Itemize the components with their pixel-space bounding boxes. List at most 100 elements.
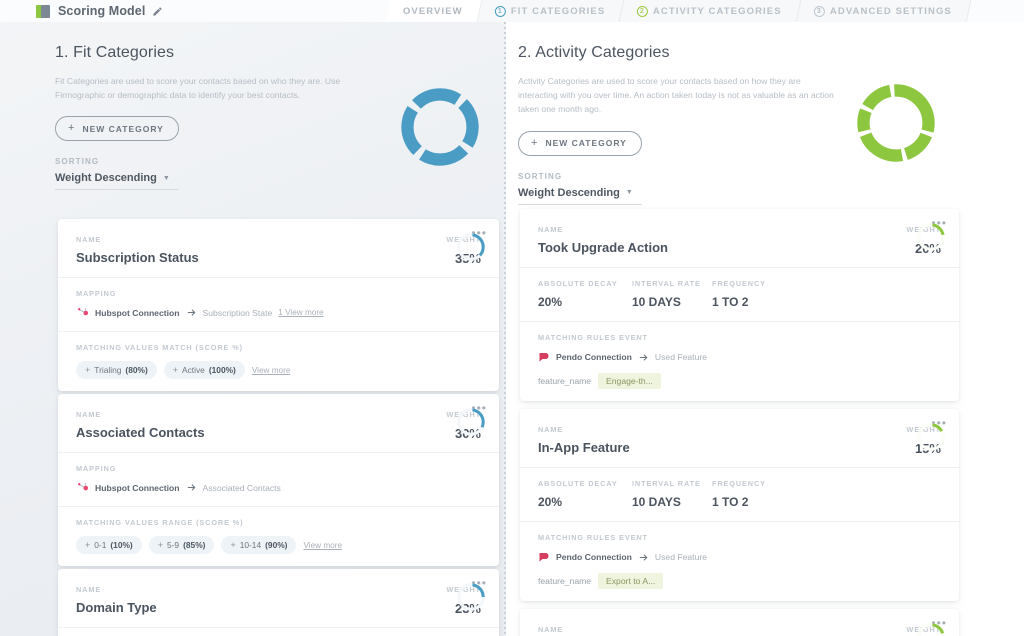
rule-value-tag: Engage-th...	[598, 373, 661, 389]
activity-card-took-upgrade-action[interactable]: ••• NAME Took Upgrade Action WEIGHT 20%	[520, 209, 959, 401]
value-chip[interactable]: + Active (100%)	[163, 361, 245, 379]
card-header: NAME Took Upgrade Action WEIGHT 20%	[520, 209, 959, 268]
activity-section-header: 2. Activity Categories Activity Categori…	[506, 22, 1024, 205]
card-name: Domain Type	[76, 600, 157, 615]
frequency-label: FREQUENCY	[712, 279, 766, 288]
fit-new-category-label: NEW CATEGORY	[82, 123, 164, 134]
chip-score: (80%)	[125, 365, 148, 375]
value-chip[interactable]: + Trialing (80%)	[76, 361, 157, 379]
weight-block: WEIGHT	[821, 623, 945, 636]
interval-rate-value: 10 DAYS	[632, 495, 681, 509]
chip-value: Trialing	[94, 365, 122, 375]
card-header: NAME Domain Type WEIGHT 23%	[58, 569, 499, 628]
chip-value: Active	[182, 365, 205, 375]
hubspot-icon	[78, 483, 89, 491]
weight-mini-donut	[457, 583, 485, 611]
plus-icon: +	[85, 365, 91, 375]
chip-value: 10-14	[239, 540, 262, 550]
chip-score: (85%)	[183, 540, 206, 550]
mapping-view-more-link[interactable]: 1 View more	[278, 308, 323, 317]
tab-fit-categories[interactable]: 1 FIT CATEGORIES	[477, 0, 625, 22]
card-mapping-section: MAPPING Hubspot Connection Subscription …	[58, 278, 499, 332]
absolute-decay-value: 20%	[538, 495, 563, 509]
card-mapping-section: MAPPING	[58, 628, 499, 636]
tab-overview[interactable]: OVERVIEW	[385, 0, 483, 22]
arrow-right-icon	[186, 307, 197, 318]
interval-rate-value: 10 DAYS	[632, 295, 681, 309]
fit-new-category-button[interactable]: + NEW CATEGORY	[55, 116, 179, 142]
tab-activity-label: ACTIVITY CATEGORIES	[653, 5, 783, 17]
rule-key-value-row: feature_name Export to A...	[538, 573, 941, 589]
card-values-section: MATCHING VALUES RANGE (SCORE %) + 0-1 (1…	[58, 507, 499, 566]
card-metrics-section: ABSOLUTE DECAY INTERVAL RATE FREQUENCY 2…	[520, 468, 959, 522]
plus-icon: +	[157, 540, 163, 550]
value-chip[interactable]: + 5-9 (85%)	[148, 536, 215, 554]
plus-icon: +	[68, 122, 76, 135]
activity-card-third[interactable]: ••• NAME WEIGHT	[520, 609, 959, 636]
card-header: NAME In-App Feature WEIGHT 15%	[520, 409, 959, 468]
mapping-label: MAPPING	[76, 289, 117, 298]
interval-rate-label: INTERVAL RATE	[632, 279, 701, 288]
card-values-section: MATCHING VALUES MATCH (SCORE %) + Triali…	[58, 332, 499, 391]
weight-block: WEIGHT 20%	[821, 223, 945, 256]
rule-key: feature_name	[538, 376, 592, 386]
plus-icon: +	[85, 540, 91, 550]
value-chip[interactable]: + 10-14 (90%)	[221, 536, 297, 554]
app-logo-icon	[36, 4, 51, 19]
tab-fit-badge: 1	[494, 5, 506, 17]
fit-card-associated-contacts[interactable]: ••• NAME Associated Contacts WEIGHT 30%	[58, 394, 499, 566]
weight-block: WEIGHT 30%	[361, 408, 485, 441]
value-chip[interactable]: + 0-1 (10%)	[76, 536, 142, 554]
matching-values-label: MATCHING VALUES RANGE (SCORE %)	[76, 518, 244, 527]
tab-activity-categories[interactable]: 2 ACTIVITY CATEGORIES	[619, 0, 802, 22]
metrics-header-row: ABSOLUTE DECAY INTERVAL RATE FREQUENCY	[538, 279, 941, 288]
weight-mini-donut	[917, 223, 945, 251]
mapping-target: Associated Contacts	[202, 482, 281, 493]
arrow-right-icon	[638, 552, 649, 563]
tab-advanced-badge: 3	[814, 5, 826, 17]
plus-icon: +	[531, 136, 539, 149]
fit-sorting-select[interactable]: Weight Descending ▼	[55, 172, 179, 191]
card-metrics-section: ABSOLUTE DECAY INTERVAL RATE FREQUENCY 2…	[520, 268, 959, 322]
pencil-icon[interactable]	[152, 6, 163, 17]
matching-rules-label: MATCHING RULES EVENT	[538, 533, 648, 542]
chip-score: (10%)	[110, 540, 133, 550]
activity-sorting-label: SORTING	[518, 171, 563, 181]
chips-view-more-link[interactable]: View more	[252, 366, 291, 375]
fit-sorting-value: Weight Descending	[55, 172, 157, 185]
mapping-row: Hubspot Connection Subscription State 1 …	[76, 306, 481, 319]
chip-value: 5-9	[166, 540, 180, 550]
card-name: Associated Contacts	[76, 425, 205, 440]
chip-value: 0-1	[94, 540, 107, 550]
tab-fit-label: FIT CATEGORIES	[510, 5, 606, 17]
rules-event: Used Feature	[654, 352, 707, 362]
chevron-down-icon: ▼	[625, 189, 633, 197]
weight-mini-donut	[917, 423, 945, 451]
fit-section-title: 1. Fit Categories	[55, 44, 175, 61]
activity-card-in-app-feature[interactable]: ••• NAME In-App Feature WEIGHT 15% ABSOL…	[520, 409, 959, 601]
fit-card-subscription-status[interactable]: ••• NAME Subscription Status WEIGHT 35%	[58, 219, 499, 391]
mapping-row: Hubspot Connection Associated Contacts	[76, 481, 481, 494]
tab-overview-label: OVERVIEW	[403, 5, 463, 17]
weight-mini-donut	[457, 233, 485, 261]
weight-block: WEIGHT 15%	[821, 423, 945, 456]
metrics-header-row: ABSOLUTE DECAY INTERVAL RATE FREQUENCY	[538, 479, 941, 488]
chip-score: (90%)	[265, 540, 288, 550]
frequency-value: 1 TO 2	[712, 495, 749, 509]
frequency-label: FREQUENCY	[712, 479, 766, 488]
mapping-connection: Hubspot Connection	[95, 307, 180, 318]
mapping-connection: Hubspot Connection	[95, 482, 180, 493]
absolute-decay-value: 20%	[538, 295, 563, 309]
fit-card-domain-type[interactable]: ••• NAME Domain Type WEIGHT 23%	[58, 569, 499, 636]
card-name: In-App Feature	[538, 440, 630, 455]
chips-view-more-link[interactable]: View more	[303, 541, 342, 550]
mapping-target: Subscription State	[202, 307, 273, 318]
rule-value-tag: Export to A...	[598, 573, 664, 589]
tab-advanced-settings[interactable]: 3 ADVANCED SETTINGS	[796, 0, 972, 22]
activity-sorting-select[interactable]: Weight Descending ▼	[518, 187, 642, 205]
pendo-icon	[539, 353, 549, 362]
frequency-value: 1 TO 2	[712, 295, 749, 309]
card-name: Subscription Status	[76, 250, 199, 265]
activity-new-category-button[interactable]: + NEW CATEGORY	[518, 130, 642, 156]
tab-activity-badge: 2	[637, 5, 649, 17]
